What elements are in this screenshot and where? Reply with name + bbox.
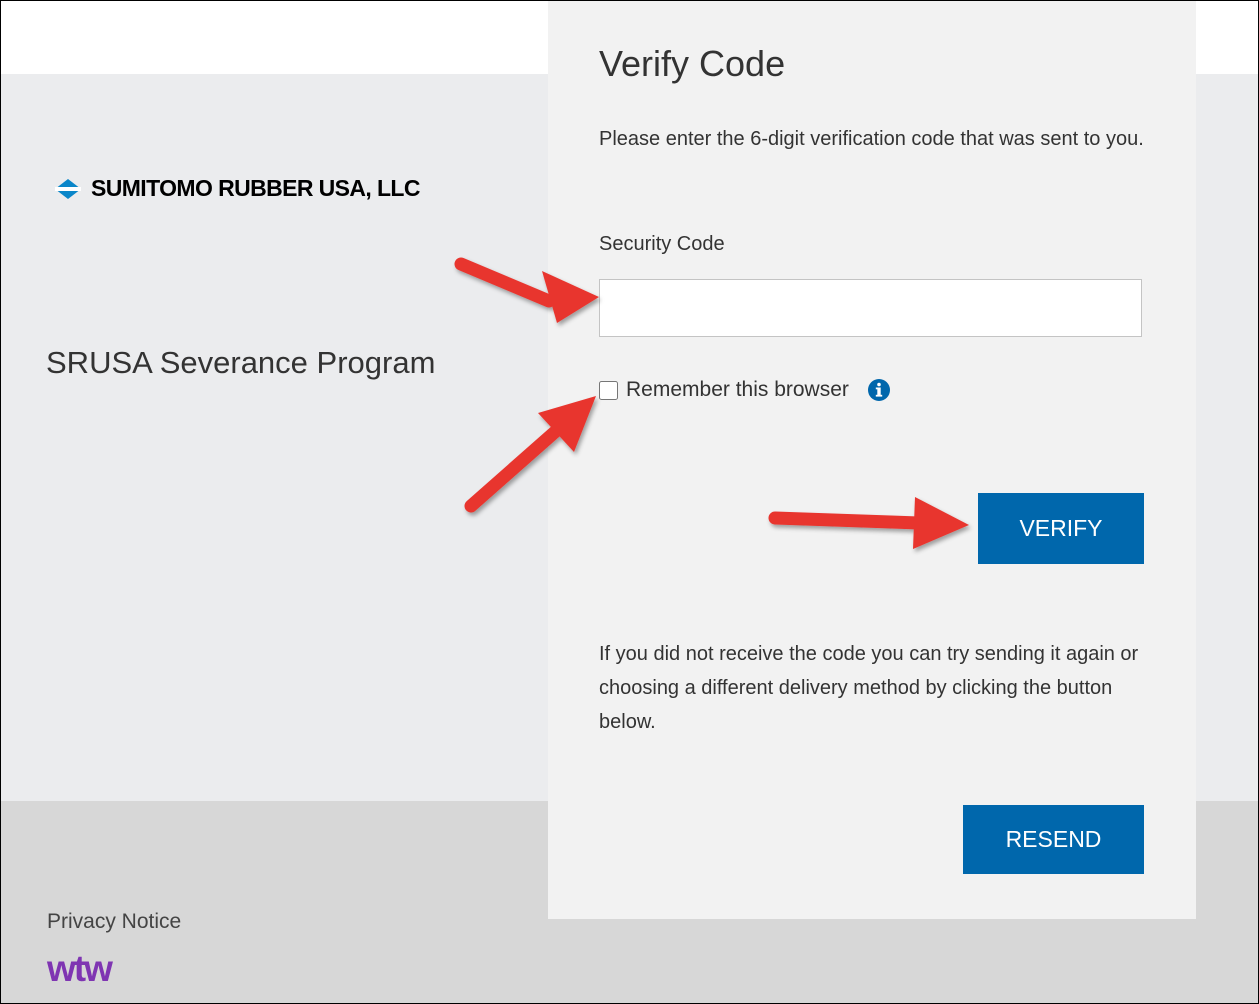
remember-browser-row: Remember this browser [599,378,891,402]
verify-panel: Verify Code Please enter the 6-digit ver… [548,1,1196,919]
diamond-logo-icon [55,178,81,199]
security-code-label: Security Code [599,233,725,255]
security-code-input[interactable] [599,279,1142,337]
resend-info-text: If you did not receive the code you can … [599,643,1139,733]
resend-button[interactable]: RESEND [963,805,1144,874]
verify-button[interactable]: VERIFY [978,493,1144,564]
page-frame: SUMITOMO RUBBER USA, LLC SRUSA Severance… [0,0,1259,1004]
info-circle-icon[interactable] [867,378,891,402]
company-logo: SUMITOMO RUBBER USA, LLC [53,175,421,202]
company-name: SUMITOMO RUBBER USA, LLC [91,175,421,201]
remember-browser-label[interactable]: Remember this browser [626,378,849,402]
remember-browser-checkbox[interactable] [599,380,618,400]
privacy-notice-link[interactable]: Privacy Notice [47,910,181,934]
verify-heading: Verify Code [599,43,786,84]
verify-instructions: Please enter the 6-digit verification co… [599,128,1144,150]
wtw-logo: wtw [47,948,113,989]
program-title: SRUSA Severance Program [46,345,436,380]
